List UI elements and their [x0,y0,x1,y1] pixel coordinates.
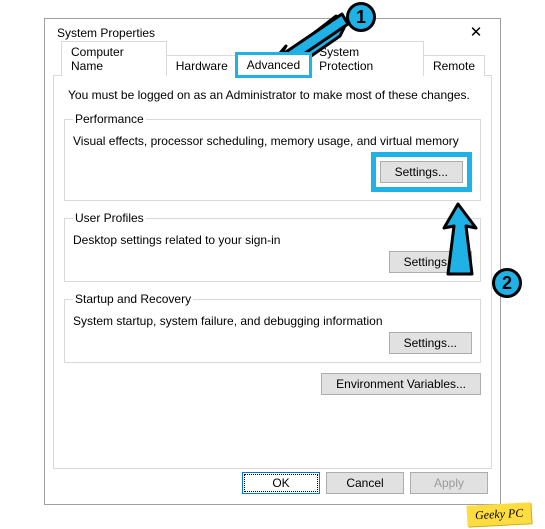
window-title: System Properties [57,26,155,40]
annotation-step-2: 2 [492,268,522,298]
tabstrip: Computer Name Hardware Advanced System P… [53,52,492,76]
performance-settings-button[interactable]: Settings... [380,161,463,183]
annotation-step-1: 1 [346,2,376,32]
watermark-label: Geeky PC [466,502,531,526]
cancel-button[interactable]: Cancel [326,472,404,494]
close-icon[interactable]: ✕ [462,25,490,40]
tab-advanced[interactable]: Advanced [237,54,310,76]
performance-legend: Performance [73,112,146,126]
annotation-step-2-label: 2 [502,273,512,294]
environment-variables-button[interactable]: Environment Variables... [321,373,481,395]
startup-recovery-legend: Startup and Recovery [73,292,193,306]
user-profiles-group: User Profiles Desktop settings related t… [64,211,481,282]
performance-settings-highlight: Settings... [371,152,472,192]
user-profiles-desc: Desktop settings related to your sign-in [73,233,472,247]
startup-recovery-settings-button[interactable]: Settings... [389,332,472,354]
tab-computer-name[interactable]: Computer Name [61,41,167,76]
startup-recovery-desc: System startup, system failure, and debu… [73,314,472,328]
tab-hardware[interactable]: Hardware [166,55,238,76]
startup-recovery-group: Startup and Recovery System startup, sys… [64,292,481,363]
admin-notice: You must be logged on as an Administrato… [68,88,481,102]
performance-desc: Visual effects, processor scheduling, me… [73,134,472,148]
tab-remote[interactable]: Remote [423,55,485,76]
annotation-step-1-label: 1 [356,7,366,28]
user-profiles-legend: User Profiles [73,211,146,225]
advanced-panel: You must be logged on as an Administrato… [53,76,492,469]
arrow-2-icon [430,200,490,280]
ok-button[interactable]: OK [242,472,320,494]
watermark: Geeky PC [466,502,531,526]
apply-button[interactable]: Apply [410,472,488,494]
performance-group: Performance Visual effects, processor sc… [64,112,481,201]
dialog-buttons: OK Cancel Apply [242,472,488,494]
